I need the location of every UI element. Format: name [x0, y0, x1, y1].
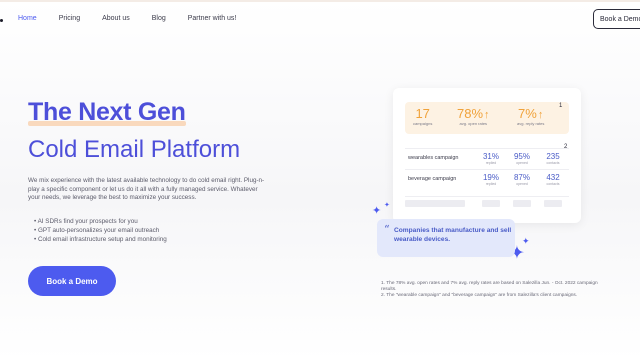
stat-value: 7%: [518, 106, 537, 121]
metric-value: 432: [546, 173, 560, 182]
feature-list: AI SDRs find your prospects for you GPT …: [34, 217, 167, 244]
book-demo-button[interactable]: Book a Demo: [28, 266, 116, 296]
campaign-row: beverage campaign 19% replied 87% opened…: [405, 169, 569, 189]
nav-blog[interactable]: Blog: [152, 15, 166, 22]
hero-subtitle: Cold Email Platform: [28, 136, 241, 163]
sparkle-icon: ✦: [384, 202, 390, 209]
testimonial-quote: “ Companies that manufacture and sell we…: [377, 219, 515, 257]
metric-value: 87%: [513, 173, 530, 182]
campaign-metric: 235 contacts: [542, 152, 564, 165]
hero-title-text: The Next Gen: [28, 98, 186, 126]
campaign-metric: 95% opened: [511, 152, 533, 165]
book-demo-nav-button[interactable]: Book a Demo: [593, 9, 640, 29]
up-arrow-icon: ↑: [537, 109, 544, 121]
hero-description: We mix experience with the latest availa…: [28, 177, 265, 201]
metric-value: 235: [546, 152, 560, 161]
hero-title: The Next Gen: [28, 98, 186, 127]
placeholder-row: [405, 196, 569, 207]
metric-label: opened: [516, 161, 528, 165]
footnote-marker: 1: [559, 103, 563, 109]
stat-value: 17: [415, 106, 430, 121]
nav-home[interactable]: Home: [18, 15, 37, 22]
campaign-metric: 19% replied: [480, 173, 502, 186]
quote-text: Companies that manufacture and sell wear…: [394, 227, 512, 243]
nav-partner[interactable]: Partner with us!: [188, 15, 237, 22]
stats-card: 17 campaigns 78%↑ avg. open rates 7%↑ av…: [393, 88, 581, 223]
footnotes: 1. The 78% avg. open rates and 7% avg. r…: [381, 281, 606, 300]
metric-label: contacts: [546, 182, 560, 186]
main-nav: Home Pricing About us Blog Partner with …: [18, 15, 258, 22]
campaign-metric: 432 contacts: [542, 173, 564, 186]
metric-value: 95%: [513, 152, 530, 161]
stats-banner: 17 campaigns 78%↑ avg. open rates 7%↑ av…: [405, 102, 569, 134]
feature-item: GPT auto-personalizes your email outreac…: [34, 226, 167, 235]
stat-label: avg. open rates: [459, 121, 488, 126]
metric-label: opened: [516, 182, 528, 186]
nav-pricing[interactable]: Pricing: [59, 15, 80, 22]
feature-item: AI SDRs find your prospects for you: [34, 217, 167, 226]
metric-value: 19%: [482, 173, 499, 182]
stat-value: 78%: [457, 106, 484, 121]
top-accent-bar: [0, 0, 640, 2]
feature-item: Cold email infrastructure setup and moni…: [34, 235, 167, 244]
stat-campaigns: 17 campaigns: [413, 106, 432, 126]
sparkle-icon: ✦: [522, 236, 530, 246]
quote-mark-icon: “: [384, 223, 390, 236]
up-arrow-icon: ↑: [484, 109, 490, 121]
placeholder-bar: [544, 200, 562, 207]
sparkle-icon: ✦: [372, 205, 382, 217]
nav-about-us[interactable]: About us: [102, 15, 130, 22]
campaign-name: beverage campaign: [408, 176, 457, 182]
stat-label: campaigns: [413, 121, 433, 126]
campaign-name: wearables campaign: [408, 155, 459, 161]
stat-reply-rates: 7%↑ avg. reply rates: [517, 106, 544, 126]
placeholder-bar: [482, 200, 500, 207]
footnote-1: 1. The 78% avg. open rates and 7% avg. r…: [381, 281, 598, 293]
metric-value: 31%: [482, 152, 499, 161]
footnote-2: 2. The "wearable campaign" and "beverage…: [381, 293, 578, 299]
campaign-row: wearables campaign 31% replied 95% opene…: [405, 148, 569, 168]
placeholder-bar: [405, 200, 465, 207]
metric-label: replied: [485, 182, 497, 186]
stat-label: avg. reply rates: [517, 121, 545, 126]
stat-open-rates: 78%↑ avg. open rates: [457, 106, 490, 126]
metric-label: replied: [485, 161, 497, 165]
metric-label: contacts: [546, 161, 560, 165]
campaign-metric: 87% opened: [511, 173, 533, 186]
placeholder-bar: [513, 200, 531, 207]
logo[interactable]: [0, 19, 3, 22]
campaign-metric: 31% replied: [480, 152, 502, 165]
